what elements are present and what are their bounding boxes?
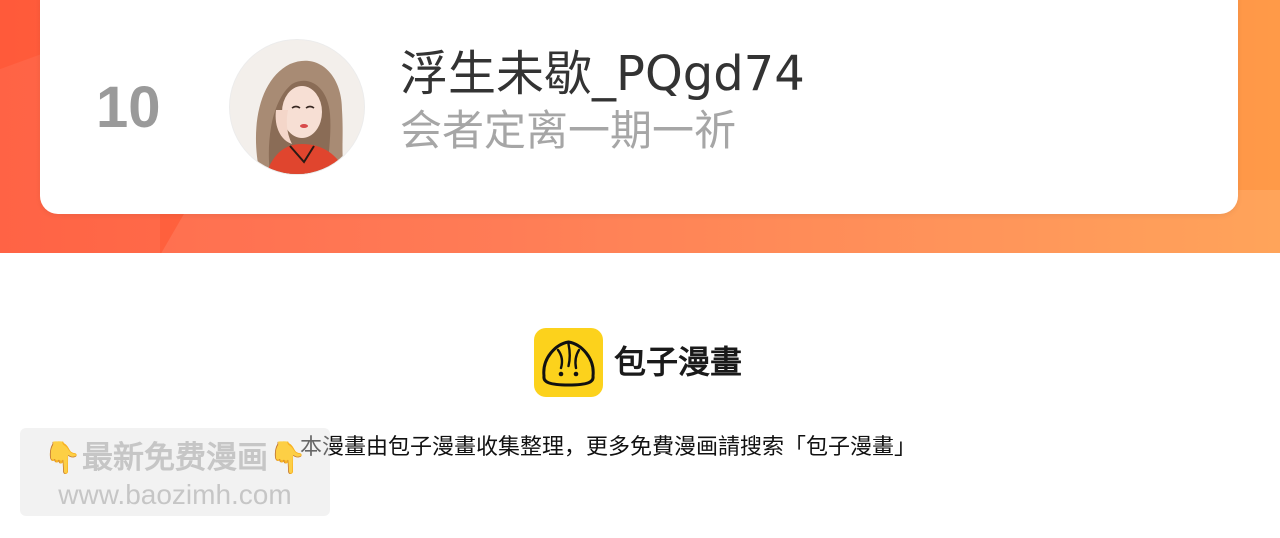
avatar-portrait-icon — [230, 40, 364, 174]
watermark-title-row: 👇最新免费漫画👇 — [20, 438, 330, 478]
steamed-bun-icon — [542, 340, 595, 387]
user-name[interactable]: 浮生未歇_PQgd74 — [400, 44, 805, 104]
rank-number: 10 — [96, 75, 161, 140]
brand-logo — [534, 328, 603, 397]
notice-text: 本漫畫由包子漫畫收集整理，更多免費漫画請搜索「包子漫畫」 — [300, 435, 917, 460]
user-motto: 会者定离一期一祈 — [400, 106, 737, 155]
watermark-url: www.baozimh.com — [58, 479, 292, 510]
brand-name: 包子漫畫 — [614, 343, 743, 381]
site-watermark: 👇最新免费漫画👇 www.baozimh.com — [20, 428, 330, 516]
pointing-down-icon: 👇 — [268, 440, 307, 476]
watermark-title: 最新免费漫画 — [82, 440, 268, 476]
avatar[interactable] — [230, 40, 364, 174]
pointing-down-icon: 👇 — [43, 440, 82, 476]
ranking-banner: 10 浮生未歇_PQgd74 会者定离一期一祈 — [0, 0, 1280, 253]
